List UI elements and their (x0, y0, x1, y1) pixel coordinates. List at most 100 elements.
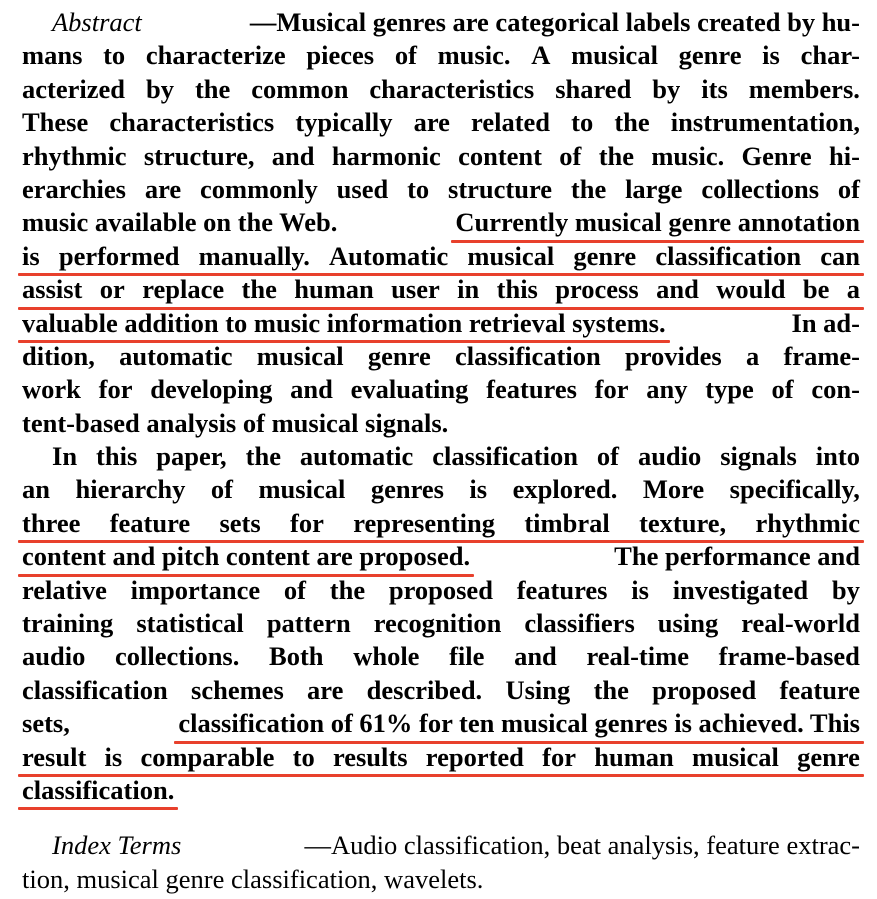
word: of (394, 40, 417, 71)
word: structure, (143, 140, 255, 171)
word: is (104, 741, 123, 772)
word: any (646, 374, 688, 405)
abstract-line-13: work for developing and evaluating features fo… (22, 373, 860, 406)
abstract-label: Abstract (52, 7, 142, 37)
abstract-line-2: mans to characterize pieces of music. Amusical… (22, 39, 860, 72)
word: These (22, 107, 89, 138)
word: using (657, 608, 719, 639)
paragraph2-line-2: an hierarchy of musical genres is explored. Mor… (22, 473, 860, 506)
word: genre (797, 741, 860, 772)
word: by (831, 574, 860, 605)
word: recognition (373, 608, 502, 639)
word: real-time (586, 641, 689, 672)
paragraph2-line-1: In this paper, the automatic classification of… (22, 440, 860, 473)
word: characteristics (109, 107, 275, 138)
word: musical (571, 40, 658, 71)
word: mans (22, 40, 83, 71)
word: content (458, 140, 542, 171)
word: an (22, 474, 50, 505)
word: would (716, 274, 786, 305)
word: user (391, 274, 440, 305)
word: can (820, 240, 860, 271)
paragraph2-line-6: training statistical pattern recognition cla… (22, 607, 860, 640)
word: and (656, 274, 699, 305)
word: manually. (198, 240, 310, 271)
word: to (407, 173, 430, 204)
word: shared (555, 73, 632, 104)
word: proposed (652, 674, 757, 705)
word: are (413, 107, 450, 138)
word: classifiers (524, 608, 635, 639)
word: erarchies (22, 173, 126, 204)
word: feature (779, 674, 860, 705)
word: features (486, 374, 577, 405)
word: in (457, 274, 480, 305)
word: statistical (136, 608, 244, 639)
word: specifically, (729, 474, 860, 505)
abstract-line-6: erarchies are commonly used to structure the la… (22, 173, 860, 206)
abstract-line-14: tent-based analysis of musical signals. (22, 407, 449, 438)
paper-abstract: Abstract —Musical genres are categorical … (17, 6, 864, 896)
word: instrumentation, (670, 107, 860, 138)
word: A (531, 40, 551, 71)
word: schemes (191, 674, 284, 705)
abstract-line-3: acterized by the common characteristics share… (22, 73, 860, 106)
word: by (652, 73, 681, 104)
word: genres (370, 474, 444, 505)
word: features (516, 574, 608, 605)
word: Genre (741, 140, 812, 171)
word: provides (625, 340, 722, 371)
paragraph2-line-9: sets, classification of 61% for ten music… (22, 707, 864, 745)
word: results (332, 741, 408, 772)
word: genre (367, 340, 431, 371)
highlighted-line: assist or replace the human user in this process… (18, 273, 864, 310)
abstract-text: In ad- (791, 307, 861, 338)
word: common (251, 73, 349, 104)
word: are (144, 173, 182, 204)
highlighted-phrase: Currently musical genre annotation (451, 206, 864, 244)
word: members. (748, 73, 860, 104)
paragraph2-line-11: classification. (17, 774, 860, 811)
abstract-line-12: dition, automatic musical genre classificati… (22, 340, 860, 373)
word: audio (22, 641, 86, 672)
word: genre (573, 240, 637, 271)
word: comparable (140, 741, 275, 772)
word: or (99, 274, 125, 305)
word: human (594, 741, 674, 772)
word: the (598, 140, 635, 171)
word: are (307, 674, 344, 705)
word: genre (678, 40, 742, 71)
word: assist (22, 274, 83, 305)
word: explored. (512, 474, 618, 505)
word: con- (811, 374, 860, 405)
word: is (762, 40, 780, 71)
word: three (22, 507, 81, 538)
word: the (570, 173, 607, 204)
word: proposed (388, 574, 493, 605)
word: Both (269, 641, 324, 672)
word: classification (432, 441, 578, 472)
highlighted-phrase: classification of 61% for ten musical ge… (174, 707, 864, 745)
word: In (52, 441, 78, 472)
word: the (593, 674, 629, 705)
word: music. (437, 40, 511, 71)
highlighted-phrase: classification. (17, 774, 179, 811)
paragraph2-line-5: relative importance of the proposed features i… (22, 574, 860, 607)
word: of (210, 474, 233, 505)
word: of (771, 374, 794, 405)
word: automatic (299, 441, 414, 472)
word: and (514, 641, 557, 672)
word: the (245, 441, 281, 472)
word: texture, (639, 507, 727, 538)
word: large (625, 173, 683, 204)
word: result (22, 741, 87, 772)
word: automatic (119, 340, 233, 371)
word: training (22, 608, 114, 639)
word: collections (701, 173, 820, 204)
paragraph2-line-4: content and pitch content are proposed. T… (17, 540, 860, 578)
abstract-line-11: valuable addition to music information r… (18, 307, 861, 344)
word: work (22, 374, 81, 405)
word: hi- (829, 140, 860, 171)
word: this (496, 274, 538, 305)
word: representing (353, 507, 496, 538)
